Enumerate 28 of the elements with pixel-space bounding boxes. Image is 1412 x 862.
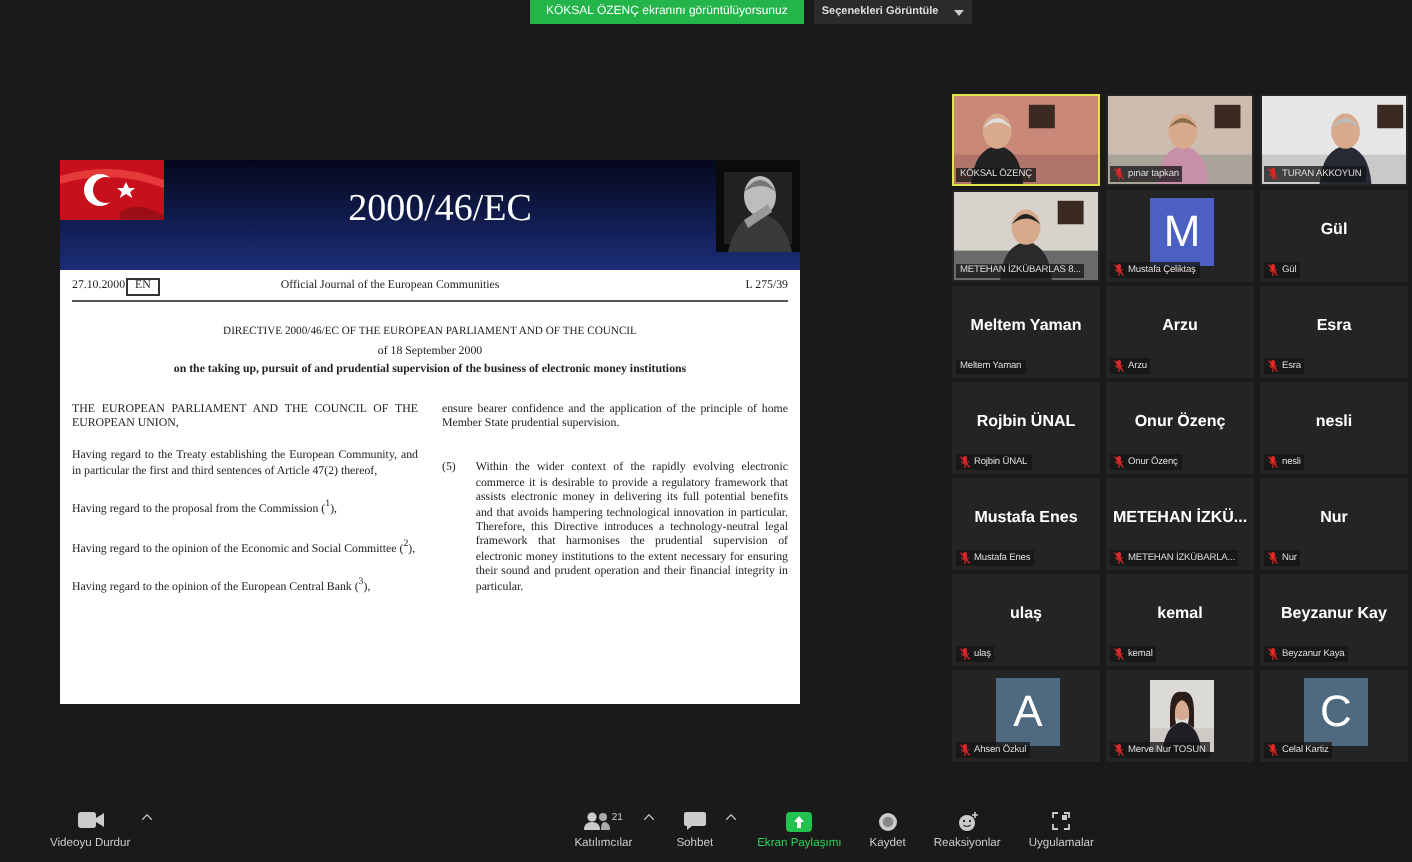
slide-title: 2000/46/EC [348, 188, 532, 232]
avatar-letter: C [1304, 678, 1368, 746]
participant-name: Arzu [1160, 316, 1200, 334]
chat-icon [683, 812, 706, 830]
caret-icon[interactable] [142, 814, 153, 820]
participant-name: nesli [1313, 412, 1355, 430]
participant-name: kemal [1155, 604, 1205, 622]
participant-name: Onur Özenç [1132, 412, 1228, 430]
caret-icon[interactable] [644, 814, 655, 820]
share-icon [786, 812, 813, 832]
participant-name: Nur [1318, 508, 1350, 526]
participant-name: Esra [1314, 316, 1354, 334]
apps-icon [1052, 812, 1071, 830]
participant-name: Beyzanur Kay [1279, 604, 1389, 622]
participant-name: Meltem Yaman [968, 316, 1084, 334]
caret-icon [954, 9, 965, 15]
avatar-letter: A [996, 678, 1060, 746]
people-icon [583, 812, 610, 830]
video-icon [77, 812, 104, 828]
participant-name: Mustafa Enes [972, 508, 1080, 526]
participant-name: METEHAN İZKÜ... [1110, 508, 1250, 526]
avatar-letter: M [1150, 198, 1214, 266]
caret-icon[interactable] [725, 814, 736, 820]
reactions-icon [957, 812, 978, 832]
record-icon [877, 812, 898, 832]
participant-name: Gül [1318, 220, 1350, 238]
participant-name: Rojbin ÜNAL [974, 412, 1078, 430]
participant-name: ulaş [1007, 604, 1044, 622]
